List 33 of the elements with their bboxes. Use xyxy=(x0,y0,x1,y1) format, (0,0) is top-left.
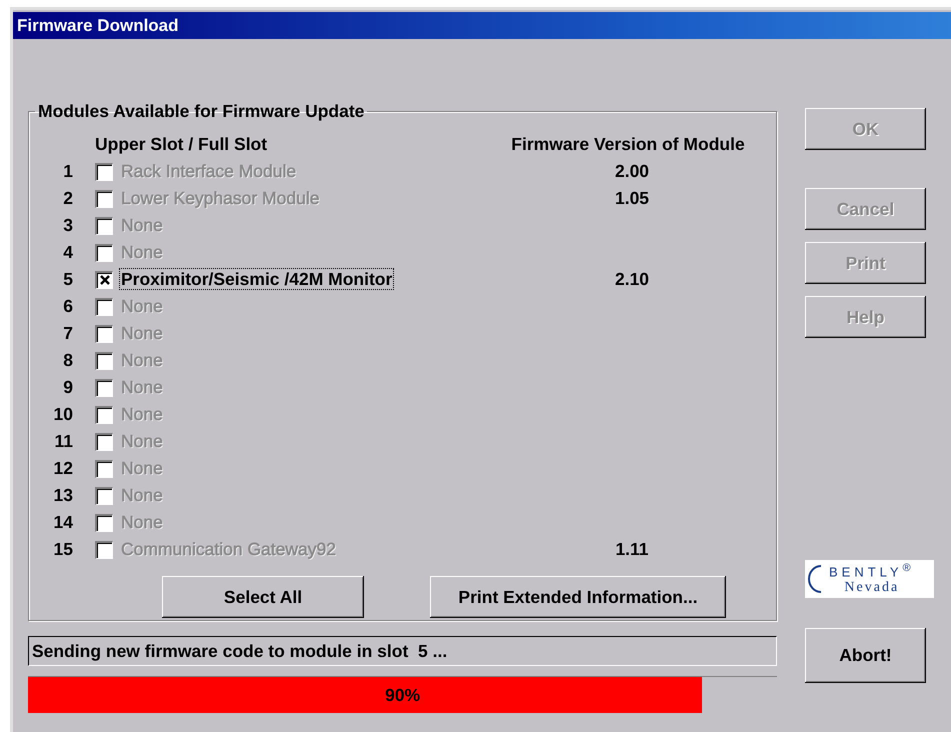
slot-number: 1 xyxy=(62,161,73,182)
logo-subtitle: Nevada xyxy=(844,581,900,596)
window-title: Firmware Download xyxy=(17,16,179,36)
logo-brand: BENTLY$^{®}$ xyxy=(829,562,915,578)
version-text: 2.00 xyxy=(614,161,650,181)
slot-number: 9 xyxy=(62,377,73,398)
status-field: Sending new firmware code to module in slot 5 ... xyxy=(28,636,777,666)
version-text: 1.05 xyxy=(614,188,650,208)
checkbox[interactable] xyxy=(95,270,113,288)
slot-number: 11 xyxy=(54,431,73,452)
slot-number: 7 xyxy=(62,323,73,344)
version-text: 1.11 xyxy=(615,539,649,559)
column-header: Firmware Version of Module xyxy=(510,134,746,156)
abort-button[interactable]: Abort! xyxy=(805,628,926,683)
slot-number: 15 xyxy=(52,539,73,560)
slot-number: 3 xyxy=(62,215,73,236)
progress-text: 90% xyxy=(384,684,422,706)
slot-number: 12 xyxy=(52,458,73,479)
action-button[interactable]: Select All xyxy=(162,576,364,618)
version-text: 2.10 xyxy=(614,269,650,289)
slot-number: 4 xyxy=(62,242,73,263)
slot-number: 5 xyxy=(62,269,73,290)
slot-number: 2 xyxy=(62,188,73,209)
column-header: Upper Slot / Full Slot xyxy=(95,134,268,156)
slot-number: 10 xyxy=(52,404,73,425)
cross-icon xyxy=(98,274,110,286)
action-button[interactable]: Print Extended Information... xyxy=(430,576,726,618)
slot-number: 6 xyxy=(62,296,73,317)
slot-number: 13 xyxy=(52,485,73,506)
slot-number: 14 xyxy=(52,512,73,533)
module-label[interactable]: Proximitor/Seismic /42M Monitor xyxy=(119,268,394,290)
group-title: Modules Available for Firmware Update xyxy=(37,101,366,122)
slot-number: 8 xyxy=(62,350,73,371)
